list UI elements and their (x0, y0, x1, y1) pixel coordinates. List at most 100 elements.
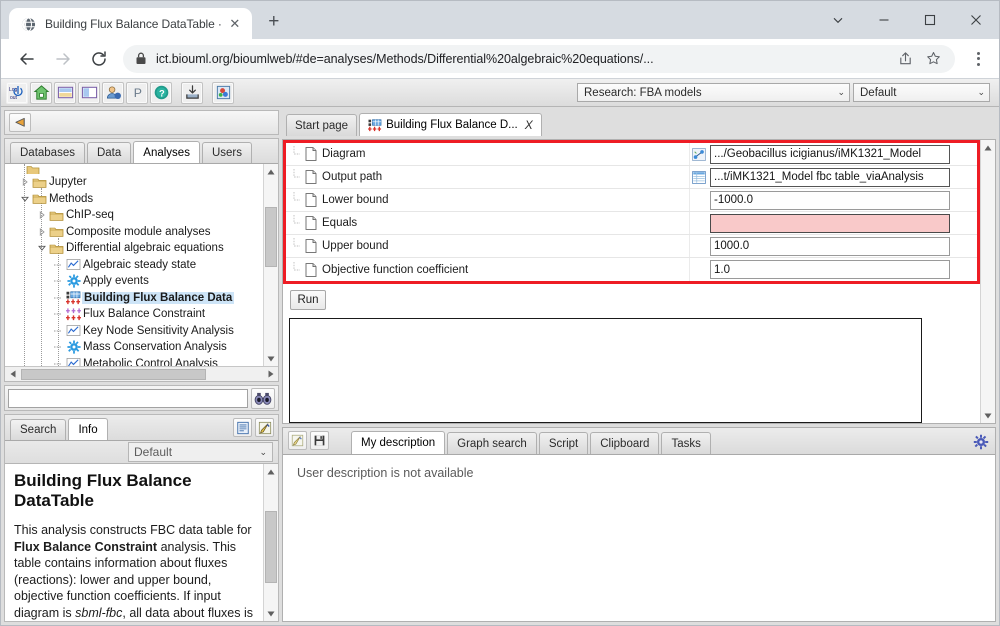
equals-input[interactable] (710, 213, 950, 233)
scroll-thumb[interactable] (265, 207, 277, 267)
info-view-select[interactable]: Default ⌄ (128, 442, 273, 462)
tab-analyses[interactable]: Analyses (133, 141, 200, 163)
tree-leaf-marker (289, 215, 303, 231)
tree-node-jupyter[interactable]: Jupyter (5, 174, 263, 191)
tab-info[interactable]: Info (68, 418, 108, 440)
scroll-down-icon[interactable] (264, 351, 278, 366)
window-close-button[interactable] (953, 4, 999, 36)
gear-settings-icon[interactable] (972, 433, 989, 450)
edit-icon[interactable] (255, 418, 274, 437)
tree-node-methods[interactable]: Methods (5, 191, 263, 208)
tree-node-label: Mass Conservation Analysis (83, 341, 227, 354)
scroll-track[interactable] (20, 368, 263, 380)
perspective-icon[interactable]: P (126, 81, 148, 104)
tree-horizontal-scrollbar[interactable] (5, 366, 278, 381)
import-icon[interactable] (181, 81, 203, 104)
tab-search[interactable]: Search (10, 419, 67, 440)
reload-button[interactable] (84, 44, 114, 74)
scroll-up-icon[interactable] (264, 464, 278, 479)
user-icon[interactable] (102, 81, 124, 104)
scroll-up-icon[interactable] (981, 140, 995, 155)
info-vertical-scrollbar[interactable] (263, 464, 278, 621)
lower-bound-input[interactable]: -1000.0 (710, 190, 950, 210)
scroll-right-icon[interactable] (263, 367, 278, 382)
tab-users[interactable]: Users (201, 142, 252, 163)
scroll-up-icon[interactable] (264, 164, 278, 179)
window-more-button[interactable] (815, 4, 861, 36)
forward-button[interactable] (48, 44, 78, 74)
document-view-icon[interactable] (233, 418, 252, 437)
tree-node-apply-events[interactable]: Apply events (5, 273, 263, 290)
run-button[interactable]: Run (290, 290, 326, 310)
tab-data[interactable]: Data (86, 142, 132, 163)
default-select[interactable]: Default ⌄ (853, 83, 990, 102)
chevron-down-icon[interactable] (19, 195, 31, 203)
back-button[interactable] (12, 44, 42, 74)
help-icon[interactable]: ? (150, 81, 172, 104)
chevron-right-icon[interactable] (36, 211, 48, 220)
tab-graph-search[interactable]: Graph search (447, 432, 537, 454)
tree-node-metabolic-control-analysis[interactable]: Metabolic Control Analysis (5, 356, 263, 366)
tree-node-composite-module-analyses[interactable]: Composite module analyses (5, 224, 263, 241)
tree-leaf-marker (53, 277, 65, 285)
diagram-icon[interactable] (691, 146, 707, 162)
scroll-thumb[interactable] (265, 511, 277, 583)
browser-menu-button[interactable] (965, 45, 991, 73)
window-minimize-button[interactable] (861, 4, 907, 36)
tree-node-mass-conservation-analysis[interactable]: Mass Conservation Analysis (5, 339, 263, 356)
research-select[interactable]: Research: FBA models ⌄ (577, 83, 850, 102)
window-maximize-button[interactable] (907, 4, 953, 36)
close-icon[interactable]: X (525, 118, 533, 132)
tab-clipboard[interactable]: Clipboard (590, 432, 660, 454)
table-icon[interactable] (691, 169, 707, 185)
scroll-down-icon[interactable] (981, 408, 995, 423)
tree-node-building-flux-balance-data[interactable]: Building Flux Balance Data (5, 290, 263, 307)
tree-node-chipseq[interactable]: ChIP-seq (5, 207, 263, 224)
scroll-left-icon[interactable] (5, 367, 20, 382)
collapse-left-icon[interactable] (9, 113, 31, 132)
tab-label: Graph search (457, 437, 527, 450)
chevron-down-icon[interactable] (36, 244, 48, 252)
binoculars-icon[interactable] (251, 387, 275, 409)
chevron-right-icon[interactable] (19, 178, 31, 187)
save-disk-icon[interactable] (310, 431, 329, 450)
close-icon[interactable]: ✕ (226, 15, 244, 33)
tab-script[interactable]: Script (538, 432, 589, 454)
edit-pencil-icon[interactable] (288, 431, 307, 450)
scroll-thumb[interactable] (21, 368, 206, 380)
new-tab-button[interactable]: + (260, 8, 288, 36)
browser-tab[interactable]: Building Flux Balance DataTable · ✕ (9, 8, 252, 40)
search-input[interactable] (8, 388, 248, 408)
form-vertical-scrollbar[interactable] (980, 140, 995, 423)
tree-node-key-node-sensitivity-analysis[interactable]: Key Node Sensitivity Analysis (5, 323, 263, 340)
tab-building-flux-balance-datatable[interactable]: Building Flux Balance D... X (359, 113, 542, 136)
scroll-down-icon[interactable] (264, 606, 278, 621)
info-header-buttons (233, 418, 274, 437)
diagram-path-input[interactable]: .../Geobacillus icigianus/iMK1321_Model (710, 144, 950, 164)
tab-databases[interactable]: Databases (10, 142, 85, 163)
tree-node-differential-algebraic-equations[interactable]: Differential algebraic equations (5, 240, 263, 257)
output-path-input[interactable]: ...t/iMK1321_Model fbc table_viaAnalysis (710, 167, 950, 187)
tab-tasks[interactable]: Tasks (661, 432, 711, 454)
share-icon[interactable] (893, 47, 917, 71)
layout-horizontal-icon[interactable] (54, 81, 76, 104)
tree-node-flux-balance-constraint[interactable]: Flux Balance Constraint (5, 306, 263, 323)
logout-icon[interactable]: Log out (6, 81, 28, 104)
scroll-track[interactable] (264, 179, 278, 351)
chevron-right-icon[interactable] (36, 227, 48, 236)
scroll-track[interactable] (981, 155, 995, 408)
tab-my-description[interactable]: My description (351, 431, 446, 454)
objective-function-coefficient-input[interactable]: 1.0 (710, 260, 950, 279)
star-icon[interactable] (921, 47, 945, 71)
url-bar[interactable]: ict.biouml.org/bioumlweb/#de=analyses/Me… (123, 44, 955, 73)
right-column: Start page Building Flux Balance D... X … (282, 110, 996, 622)
scroll-track[interactable] (264, 479, 278, 606)
layout-vertical-icon[interactable] (78, 81, 100, 104)
export-icon[interactable] (212, 81, 234, 104)
home-icon[interactable] (30, 81, 52, 104)
analysis-log-box[interactable] (289, 318, 922, 423)
tree-node-algebraic-steady-state[interactable]: Algebraic steady state (5, 257, 263, 274)
tree-vertical-scrollbar[interactable] (263, 164, 278, 366)
tab-start-page[interactable]: Start page (286, 114, 358, 136)
upper-bound-input[interactable]: 1000.0 (710, 236, 950, 256)
